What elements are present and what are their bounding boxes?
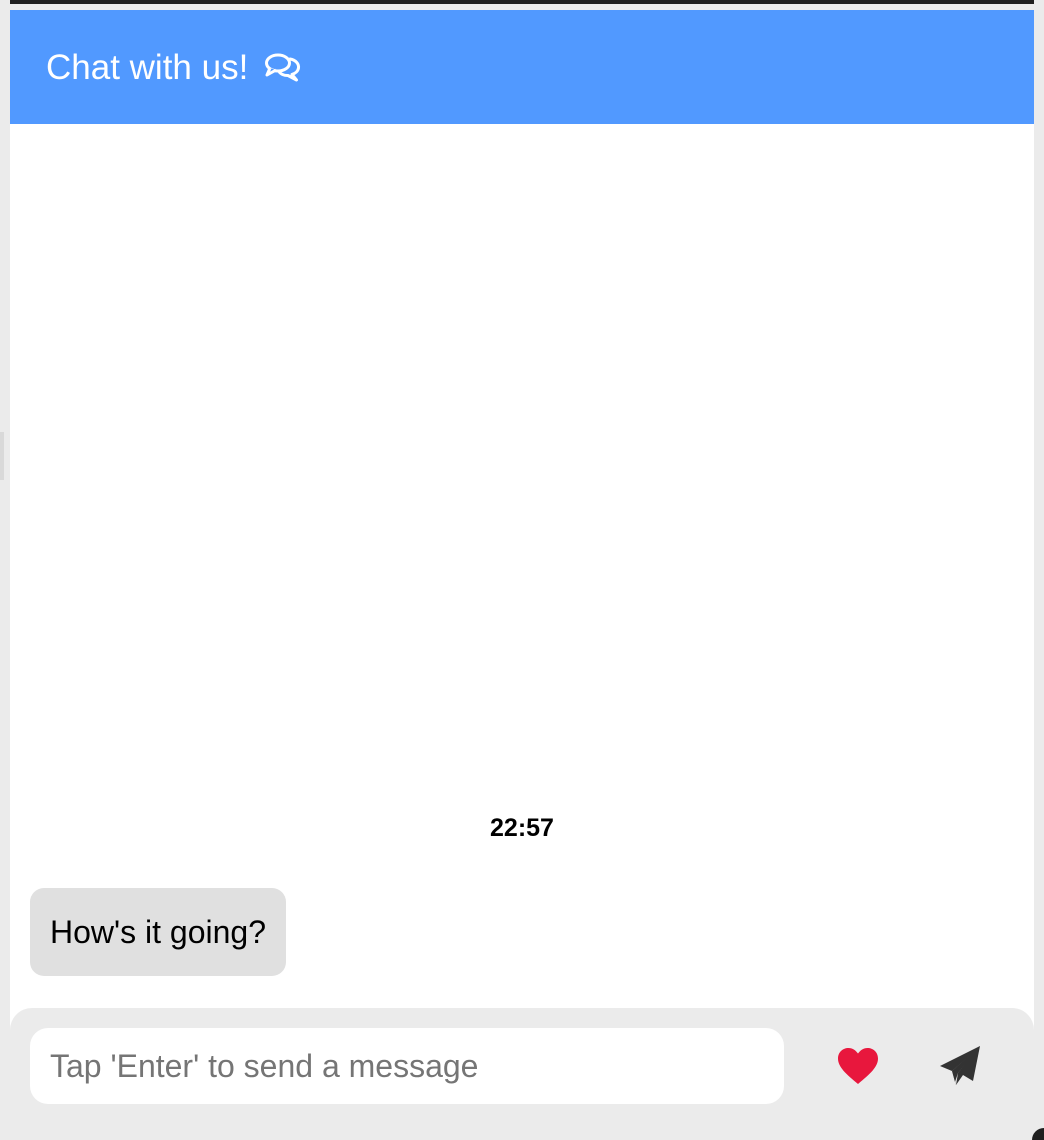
chat-bubbles-icon — [263, 49, 303, 85]
window-top-border — [10, 0, 1034, 4]
chat-window: Chat with us! 22:57 How's it going? — [10, 10, 1034, 1140]
message-timestamp: 22:57 — [490, 814, 554, 842]
send-button[interactable] — [934, 1040, 986, 1092]
message-composer — [10, 1008, 1034, 1140]
like-button[interactable] — [832, 1042, 884, 1090]
message-list: 22:57 How's it going? — [10, 124, 1034, 1008]
side-tab — [0, 432, 4, 480]
paper-plane-icon — [940, 1046, 980, 1085]
chat-title: Chat with us! — [46, 47, 249, 87]
message-input[interactable] — [30, 1028, 784, 1104]
chat-header: Chat with us! — [10, 10, 1034, 124]
heart-icon — [838, 1048, 878, 1084]
incoming-message-bubble: How's it going? — [30, 888, 286, 976]
